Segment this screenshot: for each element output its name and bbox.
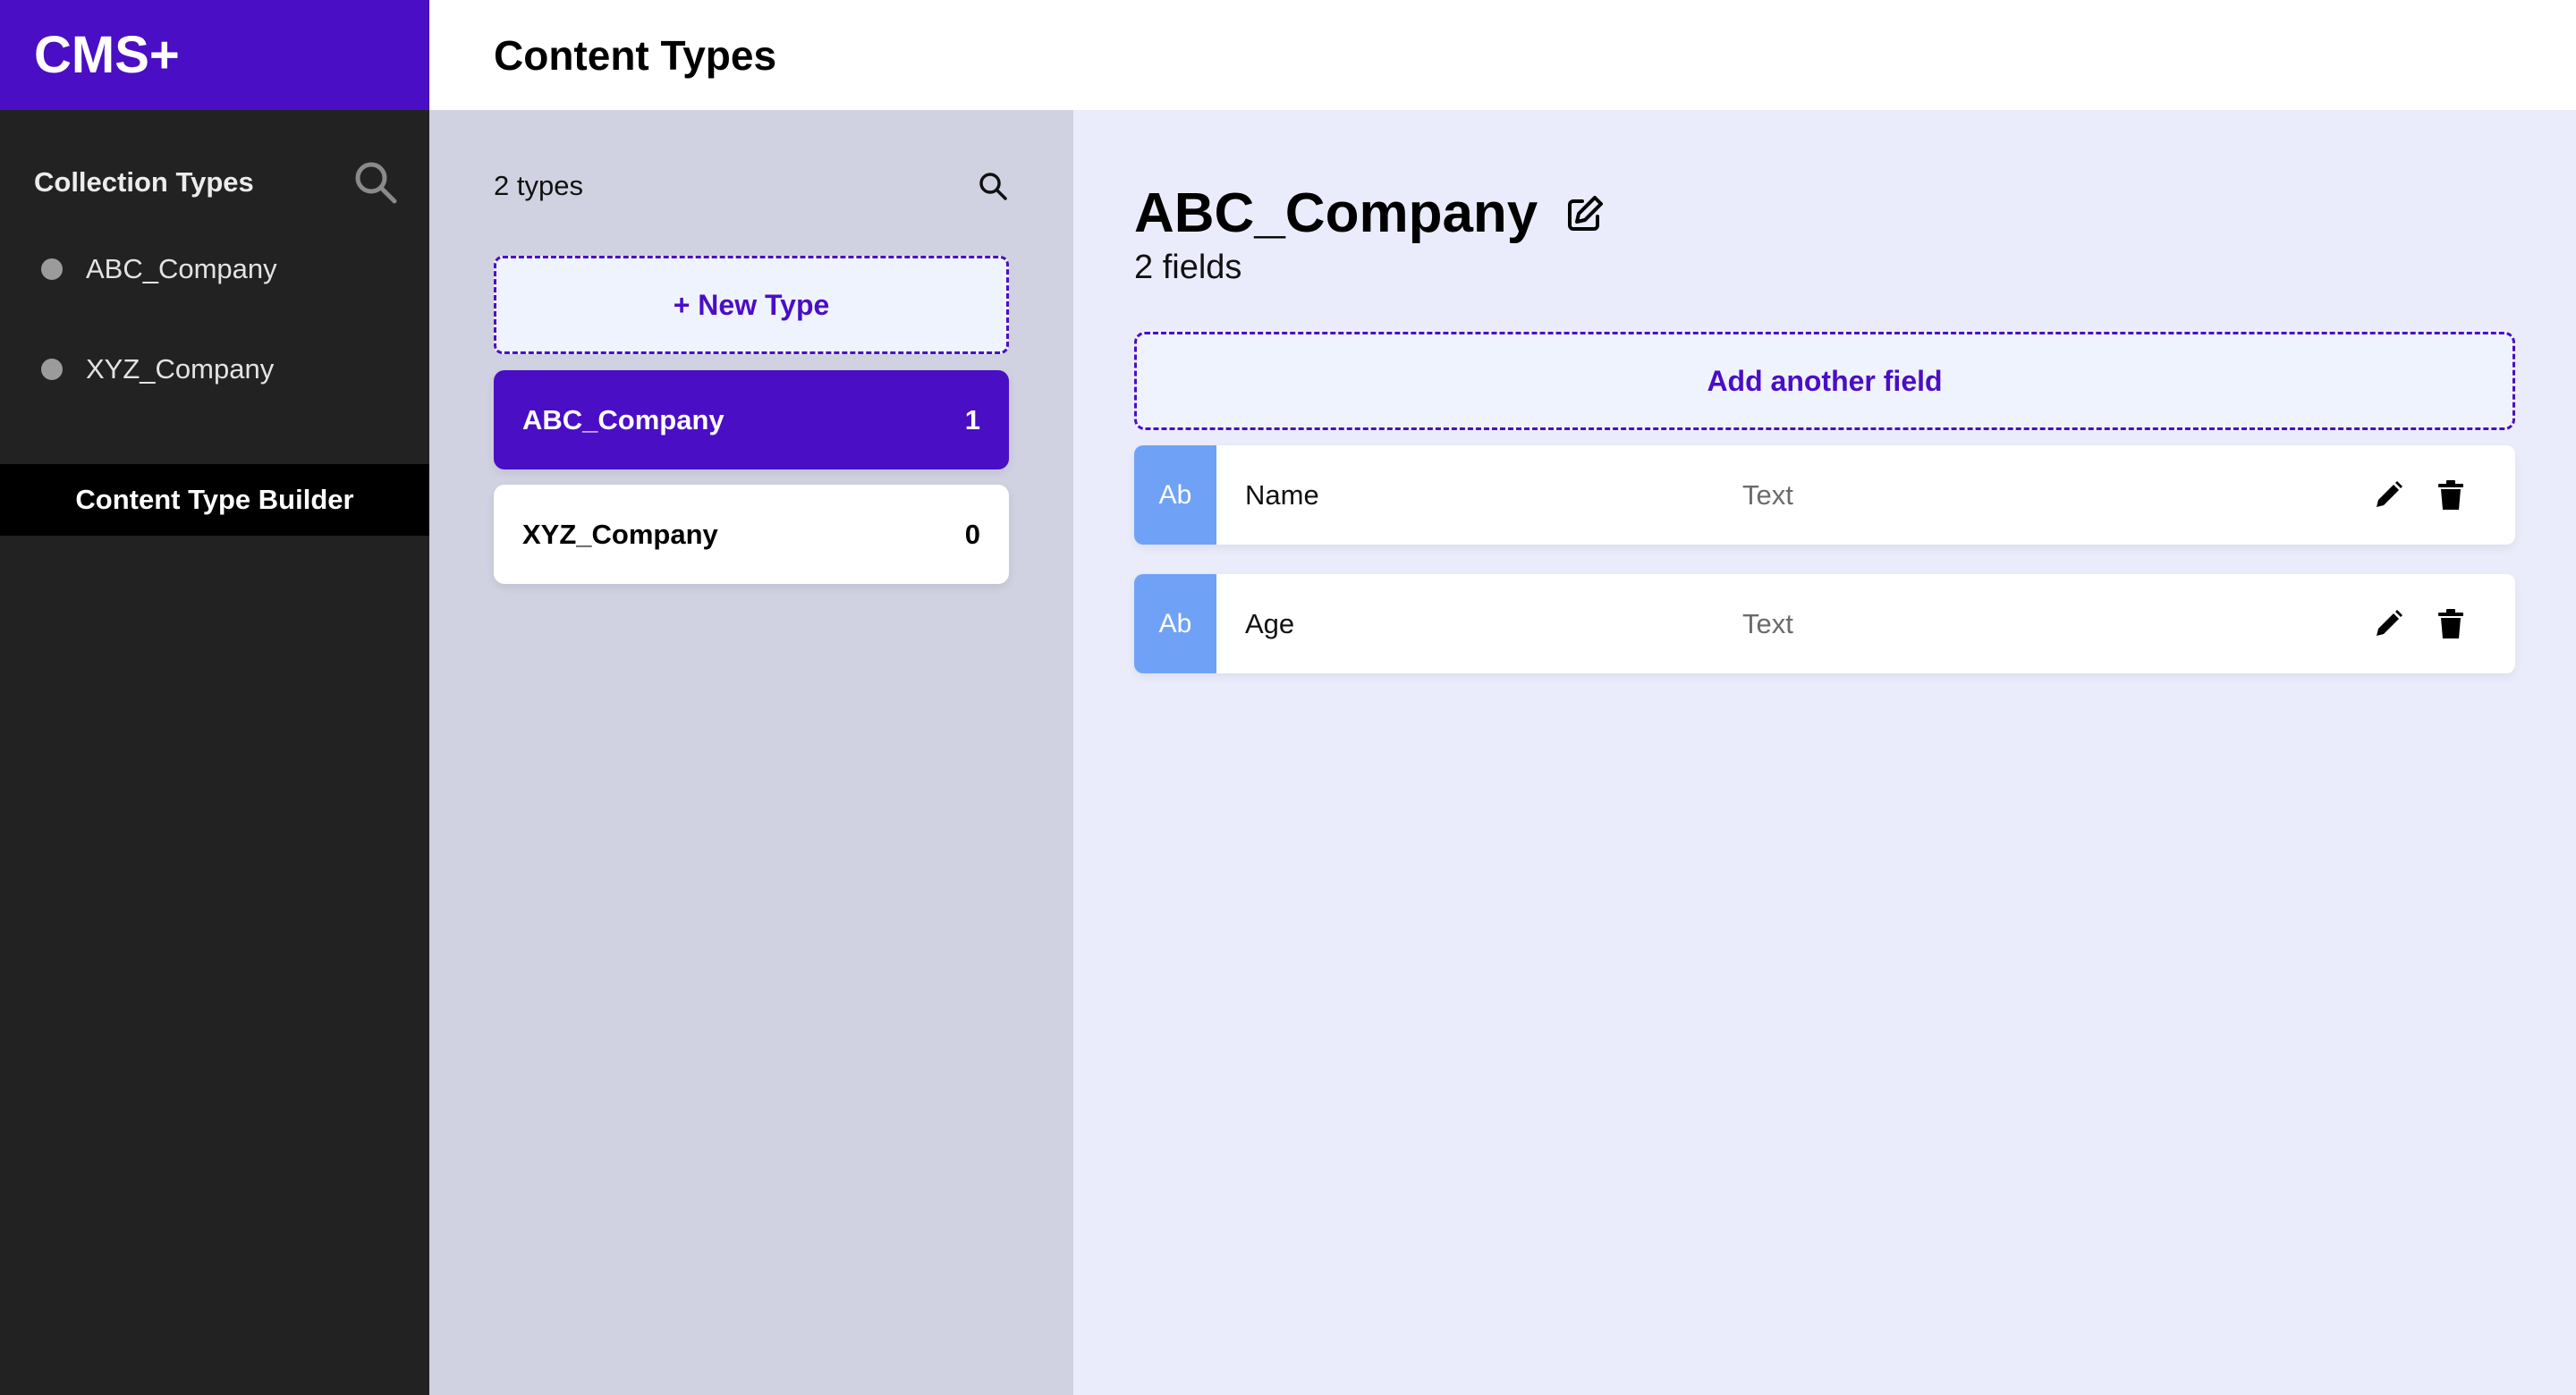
bullet-dot-icon bbox=[41, 359, 63, 380]
bullet-dot-icon bbox=[41, 258, 63, 280]
sidebar-item-label: XYZ_Company bbox=[86, 353, 275, 385]
sidebar-item-label: ABC_Company bbox=[86, 253, 277, 284]
sidebar-item-xyz-company[interactable]: XYZ_Company bbox=[0, 319, 429, 419]
top-header: Content Types bbox=[429, 0, 2576, 110]
page-title: Content Types bbox=[494, 31, 777, 79]
content-type-builder-link[interactable]: Content Type Builder bbox=[0, 464, 429, 536]
field-row-age[interactable]: Ab Age Text bbox=[1134, 574, 2515, 673]
pencil-icon[interactable] bbox=[2370, 478, 2406, 513]
new-type-button[interactable]: + New Type bbox=[494, 256, 1009, 354]
add-field-button[interactable]: Add another field bbox=[1134, 332, 2515, 430]
text-type-badge: Ab bbox=[1134, 445, 1216, 545]
collection-types-title: Collection Types bbox=[34, 166, 254, 198]
new-type-label: + New Type bbox=[673, 288, 830, 321]
type-detail-panel: ABC_Company 2 fields Add another field A… bbox=[1073, 110, 2576, 1395]
edit-square-icon[interactable] bbox=[1564, 193, 1606, 234]
pencil-icon[interactable] bbox=[2370, 606, 2406, 642]
type-card-count: 1 bbox=[964, 403, 980, 435]
builder-label: Content Type Builder bbox=[75, 484, 354, 515]
brand-logo[interactable]: CMS+ bbox=[0, 0, 429, 110]
types-panel-header: 2 types bbox=[494, 164, 1009, 208]
brand-text: CMS+ bbox=[34, 26, 180, 84]
type-card-abc-company[interactable]: ABC_Company 1 bbox=[494, 370, 1009, 469]
types-panel: 2 types + New Type ABC_Company 1 XYZ_Com… bbox=[429, 110, 1073, 1395]
field-type: Text bbox=[1742, 478, 1793, 511]
field-actions bbox=[2370, 606, 2469, 642]
type-card-count: 0 bbox=[964, 518, 980, 550]
type-title-row: ABC_Company bbox=[1134, 182, 1606, 245]
search-icon[interactable] bbox=[352, 159, 399, 206]
field-name: Age bbox=[1245, 607, 1295, 639]
type-card-name: ABC_Company bbox=[522, 403, 724, 435]
field-row-name[interactable]: Ab Name Text bbox=[1134, 445, 2515, 545]
type-card-name: XYZ_Company bbox=[522, 518, 718, 550]
search-icon[interactable] bbox=[977, 170, 1009, 202]
add-field-label: Add another field bbox=[1707, 364, 1943, 397]
text-type-badge: Ab bbox=[1134, 574, 1216, 673]
type-card-xyz-company[interactable]: XYZ_Company 0 bbox=[494, 485, 1009, 584]
trash-icon[interactable] bbox=[2433, 478, 2469, 513]
sidebar-item-abc-company[interactable]: ABC_Company bbox=[0, 219, 429, 319]
field-name: Name bbox=[1245, 478, 1319, 511]
types-count: 2 types bbox=[494, 170, 583, 201]
trash-icon[interactable] bbox=[2433, 606, 2469, 642]
field-type: Text bbox=[1742, 607, 1793, 639]
sidebar: CMS+ Collection Types ABC_Company XYZ_Co… bbox=[0, 0, 429, 1395]
fields-count: 2 fields bbox=[1134, 249, 1242, 286]
type-title: ABC_Company bbox=[1134, 182, 1538, 244]
collection-types-header: Collection Types bbox=[0, 110, 429, 219]
field-actions bbox=[2370, 478, 2469, 513]
